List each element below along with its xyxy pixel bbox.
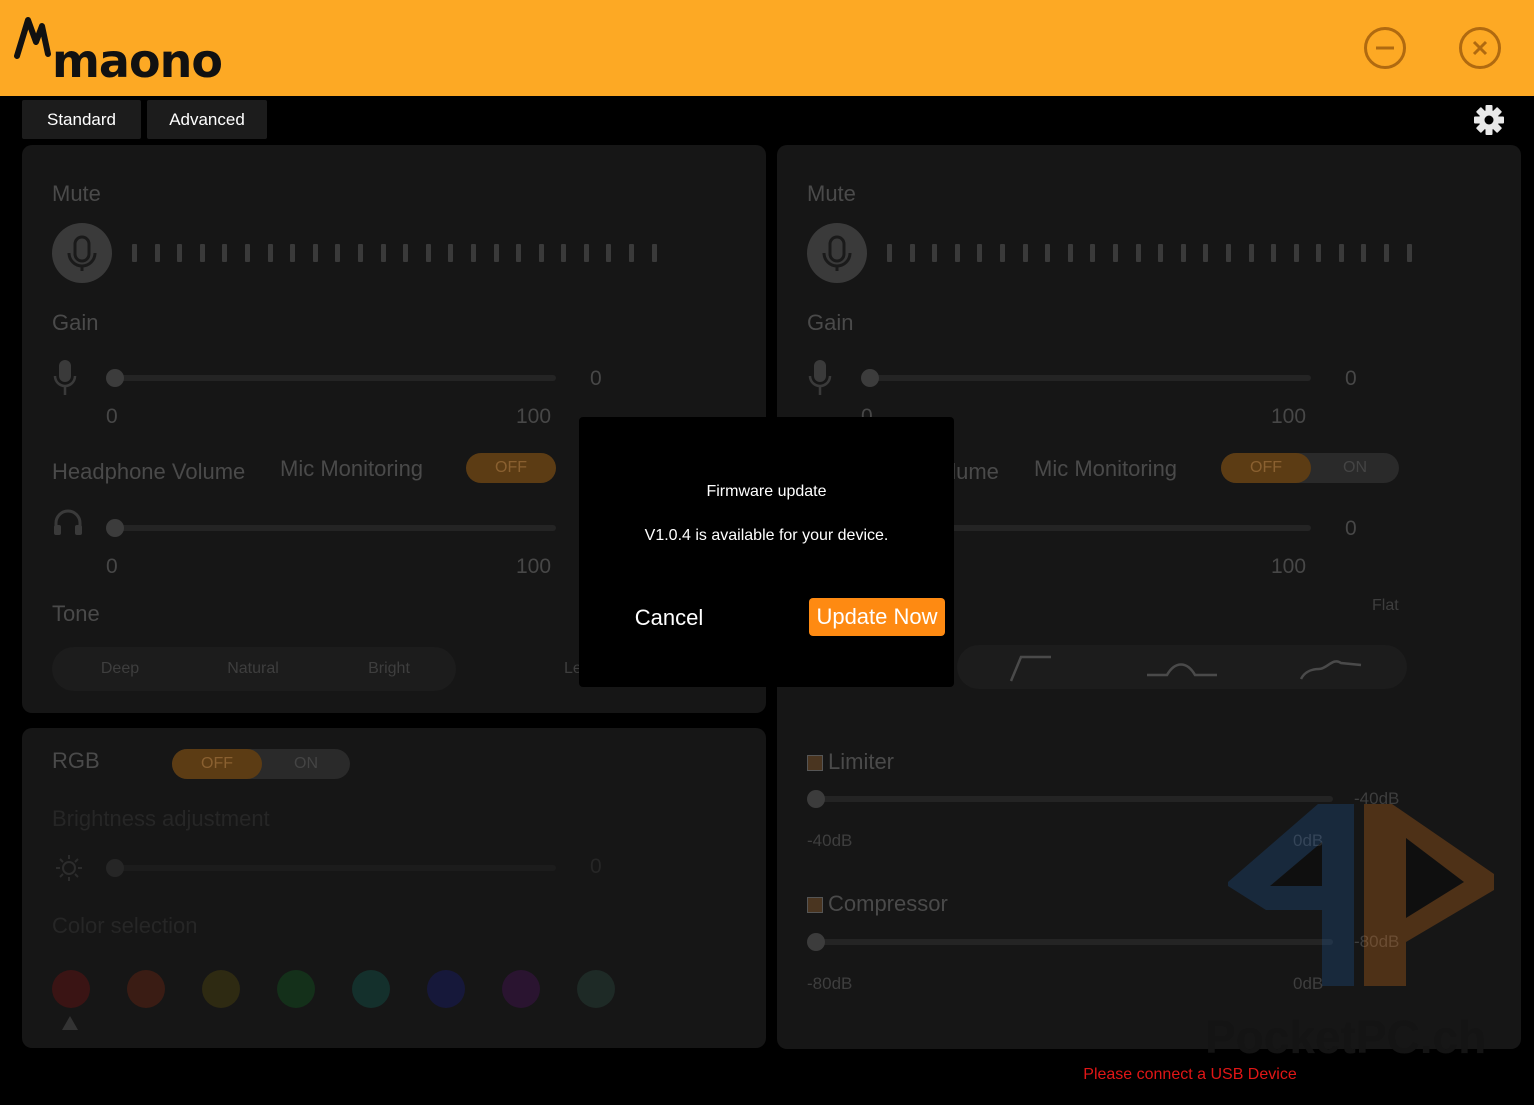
watermark-text: PocketPC.ch [1205,1011,1487,1063]
tone-natural[interactable]: Natural [218,660,288,678]
right-mic-monitoring-label: Mic Monitoring [1034,456,1178,481]
selected-color-indicator-icon [62,1016,78,1030]
right-headphone-max: 100 [1271,555,1307,578]
update-now-button[interactable]: Update Now [809,598,945,636]
cancel-button[interactable]: Cancel [619,601,719,635]
dialog-message: V1.0.4 is available for your device. [644,527,889,544]
brightness-slider-handle[interactable] [106,859,124,877]
level-meter [132,244,674,262]
connection-status: Please connect a USB Device [1083,1066,1297,1083]
gain-value: 0 [590,367,602,390]
microphone-icon [67,235,97,271]
close-button[interactable] [1459,27,1501,69]
compressor-min: -80dB [807,974,853,993]
color-selection-label: Color selection [52,913,198,938]
rgb-panel: RGB OFF ON Brightness adjustment 0 Color… [22,728,766,1048]
tone-deep[interactable]: Deep [90,660,150,678]
mic-monitoring-label: Mic Monitoring [280,456,424,481]
settings-gear-icon[interactable] [1472,103,1506,137]
eq-lowshelf-icon[interactable] [1299,653,1363,683]
right-gain-slider[interactable] [863,375,1311,381]
mute-label: Mute [52,181,101,206]
color-swatch[interactable] [202,970,240,1008]
headphone-max: 100 [516,555,552,578]
color-swatch[interactable] [277,970,315,1008]
limiter-label: Limiter [828,749,895,774]
color-swatch[interactable] [577,970,615,1008]
tone-bright[interactable]: Bright [356,660,422,678]
rgb-label: RGB [52,748,100,773]
minimize-button[interactable] [1364,27,1406,69]
mic-monitoring-off-toggle[interactable]: OFF [466,453,556,483]
microphone-icon [822,235,852,271]
title-bar: maono [0,0,1534,96]
compressor-label: Compressor [828,891,948,916]
tab-advanced[interactable]: Advanced [147,100,267,139]
minimize-icon [1376,46,1394,50]
gain-min: 0 [106,405,118,428]
headphone-slider[interactable] [108,525,556,531]
eq-flat-label: Flat [1372,597,1399,614]
compressor-checkbox[interactable] [807,897,823,913]
limiter-checkbox[interactable] [807,755,823,771]
color-swatch[interactable] [127,970,165,1008]
right-gain-max: 100 [1271,405,1307,428]
right-mute-button[interactable] [807,223,867,283]
right-gain-mic-icon [808,360,832,395]
dialog-title: Firmware update [706,483,827,500]
color-swatch[interactable] [502,970,540,1008]
brightness-sun-icon [56,855,82,881]
brightness-slider[interactable] [108,865,556,871]
mute-button[interactable] [52,223,112,283]
tab-standard[interactable]: Standard [22,100,141,139]
rgb-off-option[interactable]: OFF [172,749,262,779]
eq-bell-icon[interactable] [1145,653,1219,683]
brightness-label: Brightness adjustment [52,806,270,831]
right-level-meter [887,244,1429,262]
headphone-icon [54,509,82,535]
rgb-on-option[interactable]: ON [262,749,350,779]
watermark-logo-icon [1228,804,1494,986]
color-swatch[interactable] [352,970,390,1008]
gain-mic-icon [53,360,77,395]
right-mute-label: Mute [807,181,856,206]
firmware-update-dialog: Firmware update V1.0.4 is available for … [579,417,954,687]
right-gain-slider-handle[interactable] [861,369,879,387]
right-mic-monitoring-off[interactable]: OFF [1221,453,1311,483]
app-logo: maono [52,34,223,88]
eq-highpass-icon[interactable] [1007,653,1055,683]
limiter-slider-handle[interactable] [807,790,825,808]
right-mic-monitoring-on[interactable]: ON [1311,453,1399,483]
right-gain-label: Gain [807,310,854,335]
gain-label: Gain [52,310,99,335]
brightness-value: 0 [590,855,602,878]
color-swatch[interactable] [52,970,90,1008]
headphone-slider-handle[interactable] [106,519,124,537]
headphone-volume-label: Headphone Volume [52,459,246,484]
headphone-min: 0 [106,555,118,578]
gain-slider-handle[interactable] [106,369,124,387]
gain-max: 100 [516,405,552,428]
right-headphone-value: 0 [1345,517,1357,540]
right-gain-value: 0 [1345,367,1357,390]
close-icon [1472,40,1488,56]
gain-slider[interactable] [108,375,556,381]
compressor-slider-handle[interactable] [807,933,825,951]
limiter-min: -40dB [807,831,853,850]
tone-label: Tone [52,601,100,626]
color-swatch[interactable] [427,970,465,1008]
